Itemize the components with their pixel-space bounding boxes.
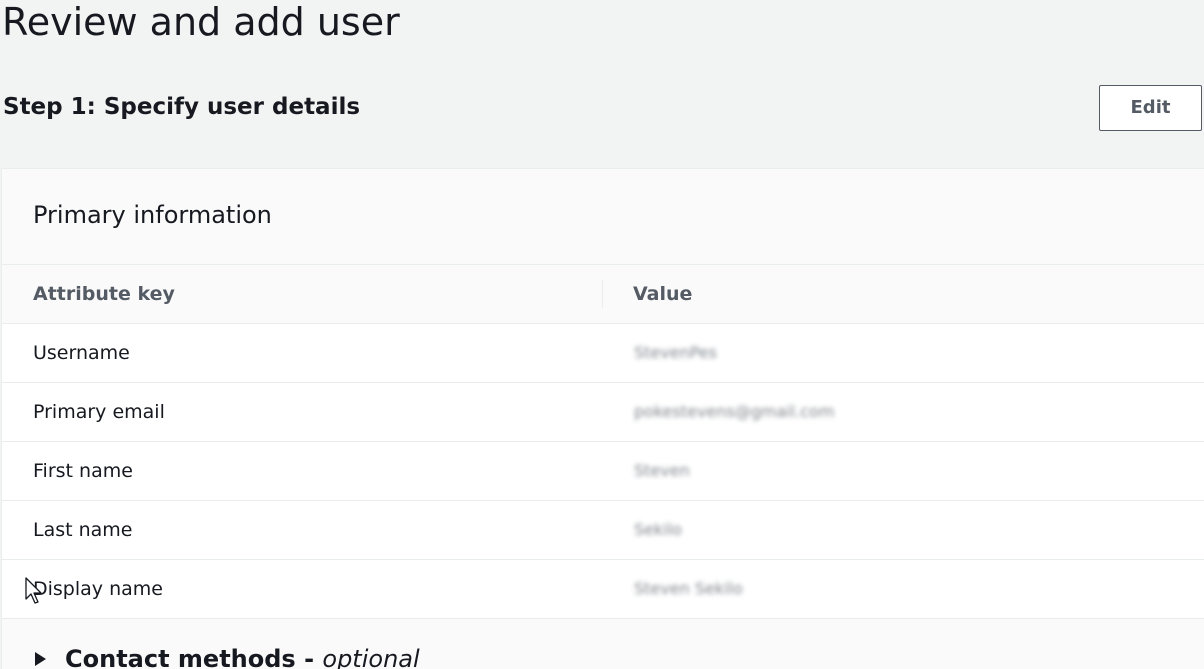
review-and-add-user-page: Review and add user Step 1: Specify user… <box>0 0 1204 669</box>
contact-methods-label: Contact methods - optional <box>65 644 420 669</box>
attribute-key-first-name: First name <box>33 460 133 482</box>
contact-methods-title: Contact methods - <box>65 645 323 669</box>
edit-button[interactable]: Edit <box>1099 85 1202 131</box>
attribute-key-username: Username <box>33 342 130 364</box>
column-divider[interactable] <box>602 280 603 308</box>
table-header-row: Attribute key Value <box>2 264 1204 324</box>
attribute-key-last-name: Last name <box>33 519 133 541</box>
attributes-table: Attribute key Value Username StevenPes P… <box>2 264 1204 619</box>
attribute-key-display-name: Display name <box>33 578 163 600</box>
page-title: Review and add user <box>2 0 400 44</box>
attribute-value-last-name: Sekilo <box>634 520 682 539</box>
attribute-value-first-name: Steven <box>634 461 690 480</box>
column-header-attribute-key: Attribute key <box>33 283 175 305</box>
optional-label: optional <box>322 645 420 669</box>
table-row: Username StevenPes <box>2 324 1204 383</box>
attribute-value-primary-email: pokestevens@gmail.com <box>634 402 835 421</box>
step-1-header: Step 1: Specify user details <box>3 94 361 120</box>
card-title: Primary information <box>33 201 272 229</box>
column-header-value: Value <box>633 283 693 305</box>
attribute-value-display-name: Steven Sekilo <box>634 579 743 598</box>
primary-information-card: Primary information Attribute key Value … <box>1 168 1204 669</box>
table-row: Last name Sekilo <box>2 501 1204 560</box>
table-row: Display name Steven Sekilo <box>2 560 1204 619</box>
table-row: First name Steven <box>2 442 1204 501</box>
attribute-key-primary-email: Primary email <box>33 401 165 423</box>
caret-right-icon <box>35 652 46 666</box>
table-row: Primary email pokestevens@gmail.com <box>2 383 1204 442</box>
contact-methods-expander[interactable]: Contact methods - optional <box>35 644 420 669</box>
attribute-value-username: StevenPes <box>634 343 717 362</box>
